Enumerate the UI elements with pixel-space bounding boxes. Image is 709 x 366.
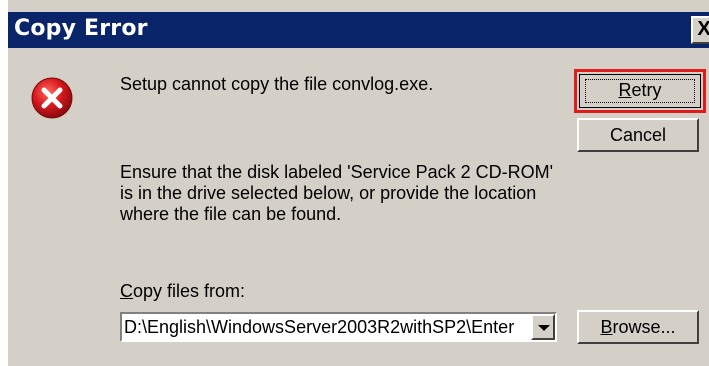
- chevron-down-icon: [538, 325, 550, 331]
- title-bar[interactable]: Copy Error X: [8, 12, 709, 48]
- instructions-text: Ensure that the disk labeled 'Service Pa…: [120, 162, 590, 225]
- copy-files-from-value[interactable]: D:\English\WindowsServer2003R2withSP2\En…: [124, 316, 528, 338]
- instructions-line: where the file can be found.: [120, 204, 342, 224]
- copy-files-accelerator: C: [120, 281, 133, 301]
- left-edge: [0, 0, 8, 366]
- instructions-line: Ensure that the disk labeled 'Service Pa…: [120, 162, 554, 182]
- browse-label-text: rowse...: [612, 317, 676, 337]
- browse-accelerator: B: [600, 317, 613, 337]
- copy-error-dialog: Copy Error X Setup cannot copy the file …: [0, 0, 709, 366]
- copy-files-label-text: opy files from:: [133, 281, 246, 301]
- retry-label-text: etry: [631, 80, 662, 100]
- close-button[interactable]: X: [691, 16, 709, 44]
- error-circle-icon: [31, 77, 73, 119]
- retry-button-label: Retry: [580, 77, 700, 103]
- browse-button[interactable]: Browse...: [577, 310, 699, 344]
- dropdown-button[interactable]: [531, 314, 555, 340]
- retry-highlight: Retry: [574, 69, 706, 113]
- copy-files-from-label: Copy files from:: [120, 281, 245, 302]
- copy-files-from-combobox[interactable]: D:\English\WindowsServer2003R2withSP2\En…: [120, 312, 557, 342]
- retry-accelerator: R: [618, 80, 632, 100]
- close-icon: X: [697, 18, 709, 40]
- cancel-button[interactable]: Cancel: [577, 118, 699, 152]
- error-message: Setup cannot copy the file convlog.exe.: [120, 74, 434, 94]
- window-title: Copy Error: [14, 16, 148, 41]
- retry-button[interactable]: Retry: [579, 74, 701, 108]
- instructions-line: is in the drive selected below, or provi…: [120, 183, 537, 203]
